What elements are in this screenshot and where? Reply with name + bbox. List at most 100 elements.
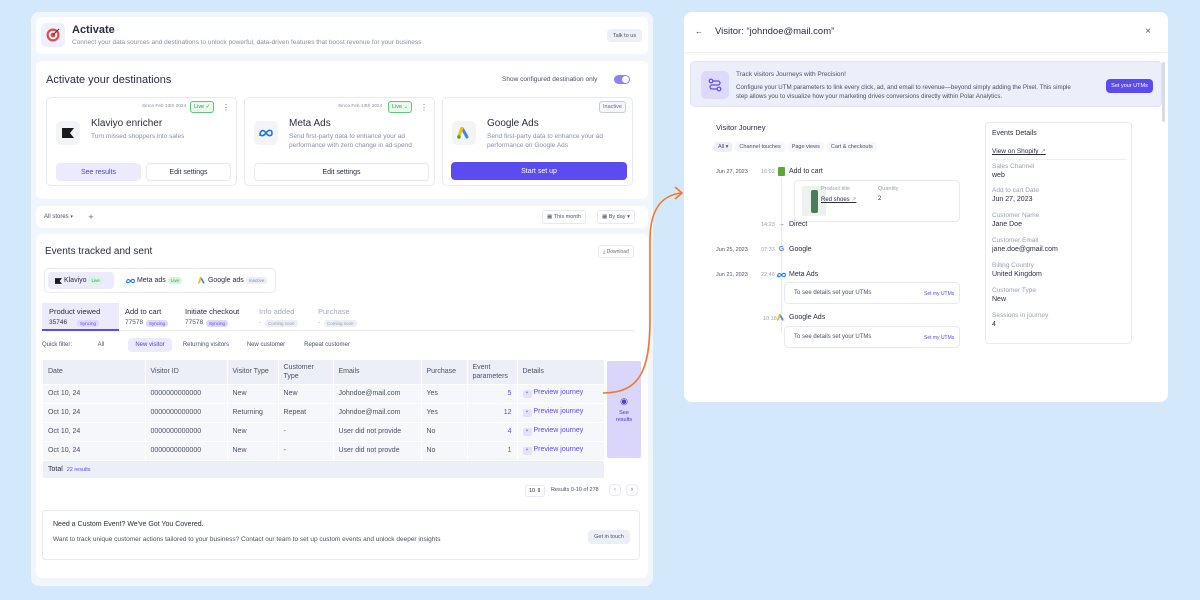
- field-value: Jane Doe: [992, 221, 1022, 228]
- journey-filter-cart[interactable]: Cart & checkouts: [826, 142, 877, 152]
- page-size-select[interactable]: 10 ⇕: [525, 485, 546, 497]
- prev-page-button[interactable]: ‹: [609, 484, 621, 496]
- journey-filters: All ▾ Channel touches Page views Cart & …: [714, 141, 877, 153]
- field-label: Add to cart Date: [992, 187, 1039, 194]
- column-header[interactable]: Details: [517, 360, 605, 384]
- destination-card-meta: Since Feb 13th 2024 Live ⌄ ⋮ Meta Ads Se…: [244, 97, 435, 186]
- field-value: jane.doe@gmail.com: [992, 246, 1058, 253]
- journey-title: Visitor Journey: [716, 123, 766, 132]
- tab-google-ads[interactable]: Google ads Inactive: [198, 272, 268, 289]
- product-title-link[interactable]: Red shoes ↗: [821, 196, 856, 203]
- page-subtitle: Connect your data sources and destinatio…: [72, 39, 422, 46]
- metric-label: Add to cart: [125, 307, 162, 316]
- quick-filter-returning-visitors[interactable]: Returning visitors: [176, 338, 236, 352]
- field-value: 4: [992, 321, 996, 328]
- column-header[interactable]: Date: [43, 360, 146, 384]
- edit-settings-button[interactable]: Edit settings: [146, 163, 231, 181]
- preview-journey-link[interactable]: ⑂ Preview journey: [517, 383, 605, 403]
- visitor-id-cell: 0000000000000: [145, 402, 228, 422]
- quick-filter-new-visitor[interactable]: New visitor: [128, 338, 172, 352]
- field-label: Customer Email: [992, 237, 1039, 244]
- preview-journey-link[interactable]: ⑂ Preview journey: [517, 421, 605, 441]
- add-icon[interactable]: +: [86, 211, 96, 223]
- show-configured-toggle[interactable]: [614, 75, 630, 84]
- live-badge: Live: [88, 277, 103, 284]
- quick-filter-new-customer[interactable]: New customer: [241, 338, 291, 352]
- table-row[interactable]: Oct 10, 24 0000000000000 New - User did …: [43, 440, 605, 460]
- event-params-cell[interactable]: 4: [467, 421, 518, 441]
- journey-time: 07:33: [761, 247, 775, 253]
- metric-initiate-checkout[interactable]: Initiate checkout 77578 Syncing: [185, 303, 255, 331]
- utm-notice-text: To see details set your UTMs: [794, 290, 872, 296]
- journey-filter-channel[interactable]: Channel touches: [735, 142, 785, 152]
- meta-logo-icon: [254, 121, 278, 145]
- more-options-icon[interactable]: ⋮: [222, 102, 230, 112]
- since-date: Since Feb 13th 2024: [338, 104, 383, 109]
- google-ads-logo-icon: [777, 314, 784, 321]
- email-cell: Johndoe@mail.com: [333, 383, 422, 403]
- syncing-badge: Syncing: [146, 320, 169, 327]
- metric-add-to-cart[interactable]: Add to cart 77578 Syncing: [125, 303, 183, 331]
- journey-filter-all[interactable]: All ▾: [714, 142, 733, 152]
- live-status-badge[interactable]: Live ✓: [190, 101, 215, 113]
- field-value: New: [992, 296, 1007, 303]
- table-row[interactable]: Oct 10, 24 0000000000000 New - User did …: [43, 421, 605, 441]
- talk-to-us-button[interactable]: Talk to us: [607, 29, 642, 42]
- journey-event-label: Meta Ads: [789, 271, 819, 278]
- back-arrow-icon[interactable]: ←: [693, 25, 705, 37]
- purchase-cell: No: [421, 440, 468, 460]
- quick-filter-repeat-customer[interactable]: Repeat customer: [297, 338, 357, 352]
- customer-type-cell: New: [278, 383, 334, 403]
- metric-product-viewed[interactable]: Product viewed 35746 Syncing: [42, 303, 119, 331]
- journey-date: Jun 27, 2023: [716, 169, 748, 175]
- set-my-utms-link[interactable]: Set my UTMs: [924, 291, 954, 297]
- detail-add-to-cart-date: Add to cart Date Jun 27, 2023: [992, 187, 1039, 203]
- date-range-button[interactable]: ▦ This month: [542, 210, 586, 224]
- preview-journey-link[interactable]: ⑂ Preview journey: [517, 402, 605, 422]
- edit-settings-button[interactable]: Edit settings: [254, 163, 429, 181]
- table-row[interactable]: Oct 10, 24 0000000000000 New New Johndoe…: [43, 383, 605, 403]
- target-icon: [41, 23, 65, 47]
- event-params-cell[interactable]: 12: [467, 402, 518, 422]
- see-results-button[interactable]: See results: [56, 163, 141, 181]
- journey-filter-page-views[interactable]: Page views: [787, 142, 824, 152]
- field-value: web: [992, 172, 1005, 179]
- table-row[interactable]: Oct 10, 24 0000000000000 Returning Repea…: [43, 402, 605, 422]
- event-details-panel: Events Details View on Shopify ↗ Sales C…: [985, 122, 1132, 344]
- inactive-status-badge[interactable]: Inactive: [599, 101, 626, 113]
- column-header[interactable]: Visitor ID: [145, 360, 228, 384]
- live-status-badge[interactable]: Live ⌄: [388, 101, 413, 113]
- custom-event-box: Need a Custom Event? We've Got You Cover…: [42, 510, 640, 560]
- google-ads-logo-icon: [198, 277, 205, 284]
- get-in-touch-button[interactable]: Get in touch: [588, 530, 630, 544]
- set-your-utms-button[interactable]: Set your UTMs: [1106, 79, 1153, 93]
- column-header[interactable]: Event parameters: [467, 360, 518, 384]
- all-stores-dropdown[interactable]: All stores ▾: [44, 211, 73, 223]
- column-header[interactable]: Visitor Type: [227, 360, 279, 384]
- column-header[interactable]: Purchase: [421, 360, 468, 384]
- destination-desc: Send first-party data to enhance your ad…: [487, 133, 603, 149]
- table-total-row: Total 22 results: [43, 459, 605, 478]
- column-header[interactable]: Emails: [333, 360, 422, 384]
- preview-journey-link[interactable]: ⑂ Preview journey: [517, 440, 605, 460]
- more-options-icon[interactable]: ⋮: [420, 102, 428, 112]
- tab-klaviyo[interactable]: Klaviyo Live: [48, 272, 114, 289]
- set-my-utms-link[interactable]: Set my UTMs: [924, 335, 954, 341]
- utm-banner: Track visitors Journeys with Precision! …: [690, 61, 1162, 107]
- field-value: United Kingdom: [992, 271, 1042, 278]
- scrollbar[interactable]: [1162, 62, 1165, 122]
- column-header[interactable]: Customer Type: [278, 360, 334, 384]
- field-label: Sessions in journey: [992, 312, 1049, 319]
- event-params-cell[interactable]: 5: [467, 383, 518, 403]
- start-set-up-button[interactable]: Start set up: [451, 162, 627, 180]
- close-icon[interactable]: ×: [1142, 25, 1154, 37]
- utm-notice: To see details set your UTMs Set my UTMs: [784, 282, 960, 304]
- tab-meta-ads[interactable]: Meta ads Live: [126, 272, 182, 289]
- quick-filter-all[interactable]: All: [88, 338, 114, 352]
- view-on-shopify-link[interactable]: View on Shopify ↗: [992, 147, 1046, 155]
- detail-sessions: Sessions in journey 4: [992, 312, 1048, 328]
- event-params-cell[interactable]: 1: [467, 440, 518, 460]
- journey-time: 22:46: [761, 272, 775, 278]
- next-page-button[interactable]: ›: [626, 484, 638, 496]
- journey-icon: ⑂: [522, 428, 532, 436]
